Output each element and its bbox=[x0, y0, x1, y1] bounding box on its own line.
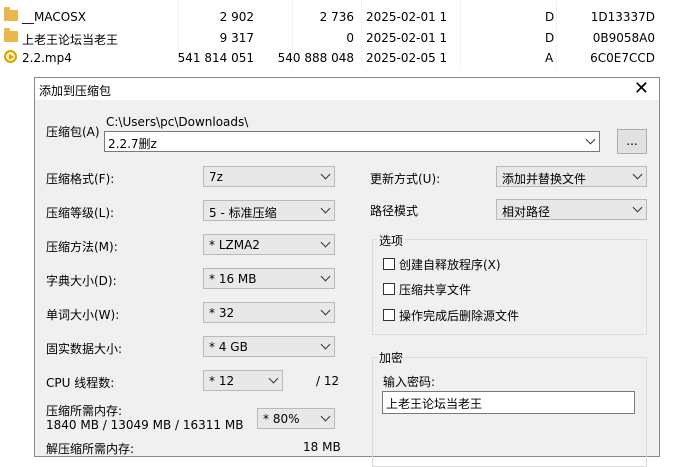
chevron-down-icon bbox=[320, 305, 331, 316]
chevron-down-icon bbox=[320, 339, 331, 350]
file-crc: 1D13337D bbox=[590, 10, 655, 24]
path-mode-select[interactable]: 相对路径 bbox=[496, 199, 647, 220]
archive-name-value: 2.2.7删z bbox=[108, 137, 157, 151]
file-modified: 2025-02-01 1 bbox=[366, 31, 448, 45]
word-size-select[interactable]: * 32 bbox=[203, 302, 335, 323]
dictionary-value: * 16 MB bbox=[209, 272, 257, 286]
path-mode-value: 相对路径 bbox=[502, 205, 551, 219]
threads-select[interactable]: * 12 bbox=[203, 370, 283, 391]
browse-button[interactable]: ... bbox=[617, 129, 647, 154]
file-packed-size: 540 888 048 bbox=[277, 51, 354, 65]
threads-label: CPU 线程数: bbox=[46, 376, 115, 390]
file-modified: 2025-02-01 1 bbox=[366, 10, 448, 24]
options-title: 选项 bbox=[377, 232, 406, 249]
decompress-memory-label: 解压缩所需内存: bbox=[46, 442, 135, 456]
encryption-title: 加密 bbox=[377, 349, 406, 366]
chevron-down-icon bbox=[268, 373, 279, 384]
format-select[interactable]: 7z bbox=[203, 166, 335, 187]
folder-icon bbox=[4, 7, 18, 21]
password-value: 上老王论坛当老王 bbox=[386, 397, 483, 411]
file-row[interactable]: 2.2.mp4 541 814 051 540 888 048 2025-02-… bbox=[0, 48, 682, 70]
file-size: 2 902 bbox=[219, 10, 254, 24]
file-crc: 0B9058A0 bbox=[592, 31, 655, 45]
format-value: 7z bbox=[209, 170, 223, 184]
add-to-archive-dialog: 添加到压缩包 ✕ 压缩包(A) C:\Users\pc\Downloads\ 2… bbox=[34, 77, 660, 467]
file-name: 2.2.mp4 bbox=[22, 51, 72, 65]
chevron-down-icon[interactable] bbox=[585, 134, 596, 145]
memory-percent-select[interactable]: * 80% bbox=[257, 408, 335, 429]
threads-value: * 12 bbox=[209, 374, 235, 388]
delete-after-checkbox[interactable] bbox=[383, 309, 395, 321]
word-size-value: * 32 bbox=[209, 306, 235, 320]
dictionary-select[interactable]: * 16 MB bbox=[203, 268, 335, 289]
chevron-down-icon bbox=[320, 237, 331, 248]
shared-files-checkbox[interactable] bbox=[383, 283, 395, 295]
level-value: 5 - 标准压缩 bbox=[209, 206, 277, 220]
level-label: 压缩等级(L): bbox=[46, 206, 115, 220]
delete-after-label: 操作完成后删除源文件 bbox=[399, 309, 520, 323]
decompress-memory-value: 18 MB bbox=[303, 440, 341, 454]
file-crc: 6C0E7CCD bbox=[590, 51, 655, 65]
password-label: 输入密码: bbox=[383, 375, 436, 389]
dialog-titlebar[interactable]: 添加到压缩包 ✕ bbox=[35, 78, 659, 100]
memory-values: 1840 MB / 13049 MB / 16311 MB bbox=[46, 418, 244, 432]
file-attr: D bbox=[545, 10, 555, 24]
chevron-down-icon bbox=[632, 202, 643, 213]
file-name: __MACOSX bbox=[22, 10, 87, 24]
path-mode-label: 路径模式 bbox=[370, 204, 419, 218]
file-row[interactable]: 上老王论坛当老王 9 317 0 2025-02-01 1 D 0B9058A0 bbox=[0, 28, 682, 50]
memory-label: 压缩所需内存: bbox=[46, 404, 123, 418]
threads-total: / 12 bbox=[316, 374, 340, 388]
file-modified: 2025-02-05 1 bbox=[366, 51, 448, 65]
solid-size-value: * 4 GB bbox=[209, 340, 248, 354]
solid-size-label: 固实数据大小: bbox=[46, 342, 123, 356]
archive-label: 压缩包(A) bbox=[46, 125, 100, 139]
sfx-checkbox[interactable] bbox=[383, 258, 395, 270]
solid-size-select[interactable]: * 4 GB bbox=[203, 336, 335, 357]
chevron-down-icon bbox=[320, 169, 331, 180]
file-attr: A bbox=[545, 51, 554, 65]
file-size: 9 317 bbox=[219, 31, 254, 45]
file-size: 541 814 051 bbox=[177, 51, 254, 65]
video-file-icon bbox=[4, 50, 17, 63]
archive-name-combo[interactable]: 2.2.7删z bbox=[104, 131, 600, 152]
method-label: 压缩方法(M): bbox=[46, 240, 118, 254]
dictionary-label: 字典大小(D): bbox=[46, 274, 117, 288]
folder-icon bbox=[4, 28, 18, 42]
update-mode-value: 添加并替换文件 bbox=[502, 172, 587, 186]
chevron-down-icon bbox=[320, 271, 331, 282]
method-value: * LZMA2 bbox=[209, 238, 260, 252]
dialog-title: 添加到压缩包 bbox=[39, 84, 112, 98]
file-attr: D bbox=[545, 31, 555, 45]
chevron-down-icon bbox=[320, 411, 331, 422]
chevron-down-icon bbox=[320, 203, 331, 214]
chevron-down-icon bbox=[632, 169, 643, 180]
file-packed-size: 2 736 bbox=[319, 10, 354, 24]
update-mode-select[interactable]: 添加并替换文件 bbox=[496, 166, 647, 187]
method-select[interactable]: * LZMA2 bbox=[203, 234, 335, 255]
shared-files-label: 压缩共享文件 bbox=[399, 283, 472, 297]
archive-directory: C:\Users\pc\Downloads\ bbox=[106, 115, 249, 129]
file-row[interactable]: __MACOSX 2 902 2 736 2025-02-01 1 D 1D13… bbox=[0, 7, 682, 29]
password-input[interactable]: 上老王论坛当老王 bbox=[382, 391, 635, 414]
sfx-label: 创建自释放程序(X) bbox=[399, 258, 501, 272]
file-packed-size: 0 bbox=[346, 31, 354, 45]
memory-percent-value: * 80% bbox=[263, 412, 300, 426]
word-size-label: 单词大小(W): bbox=[46, 308, 120, 322]
close-icon[interactable]: ✕ bbox=[634, 78, 649, 100]
file-name: 上老王论坛当老王 bbox=[22, 33, 119, 47]
format-label: 压缩格式(F): bbox=[46, 172, 115, 186]
level-select[interactable]: 5 - 标准压缩 bbox=[203, 200, 335, 221]
update-mode-label: 更新方式(U): bbox=[370, 172, 441, 186]
